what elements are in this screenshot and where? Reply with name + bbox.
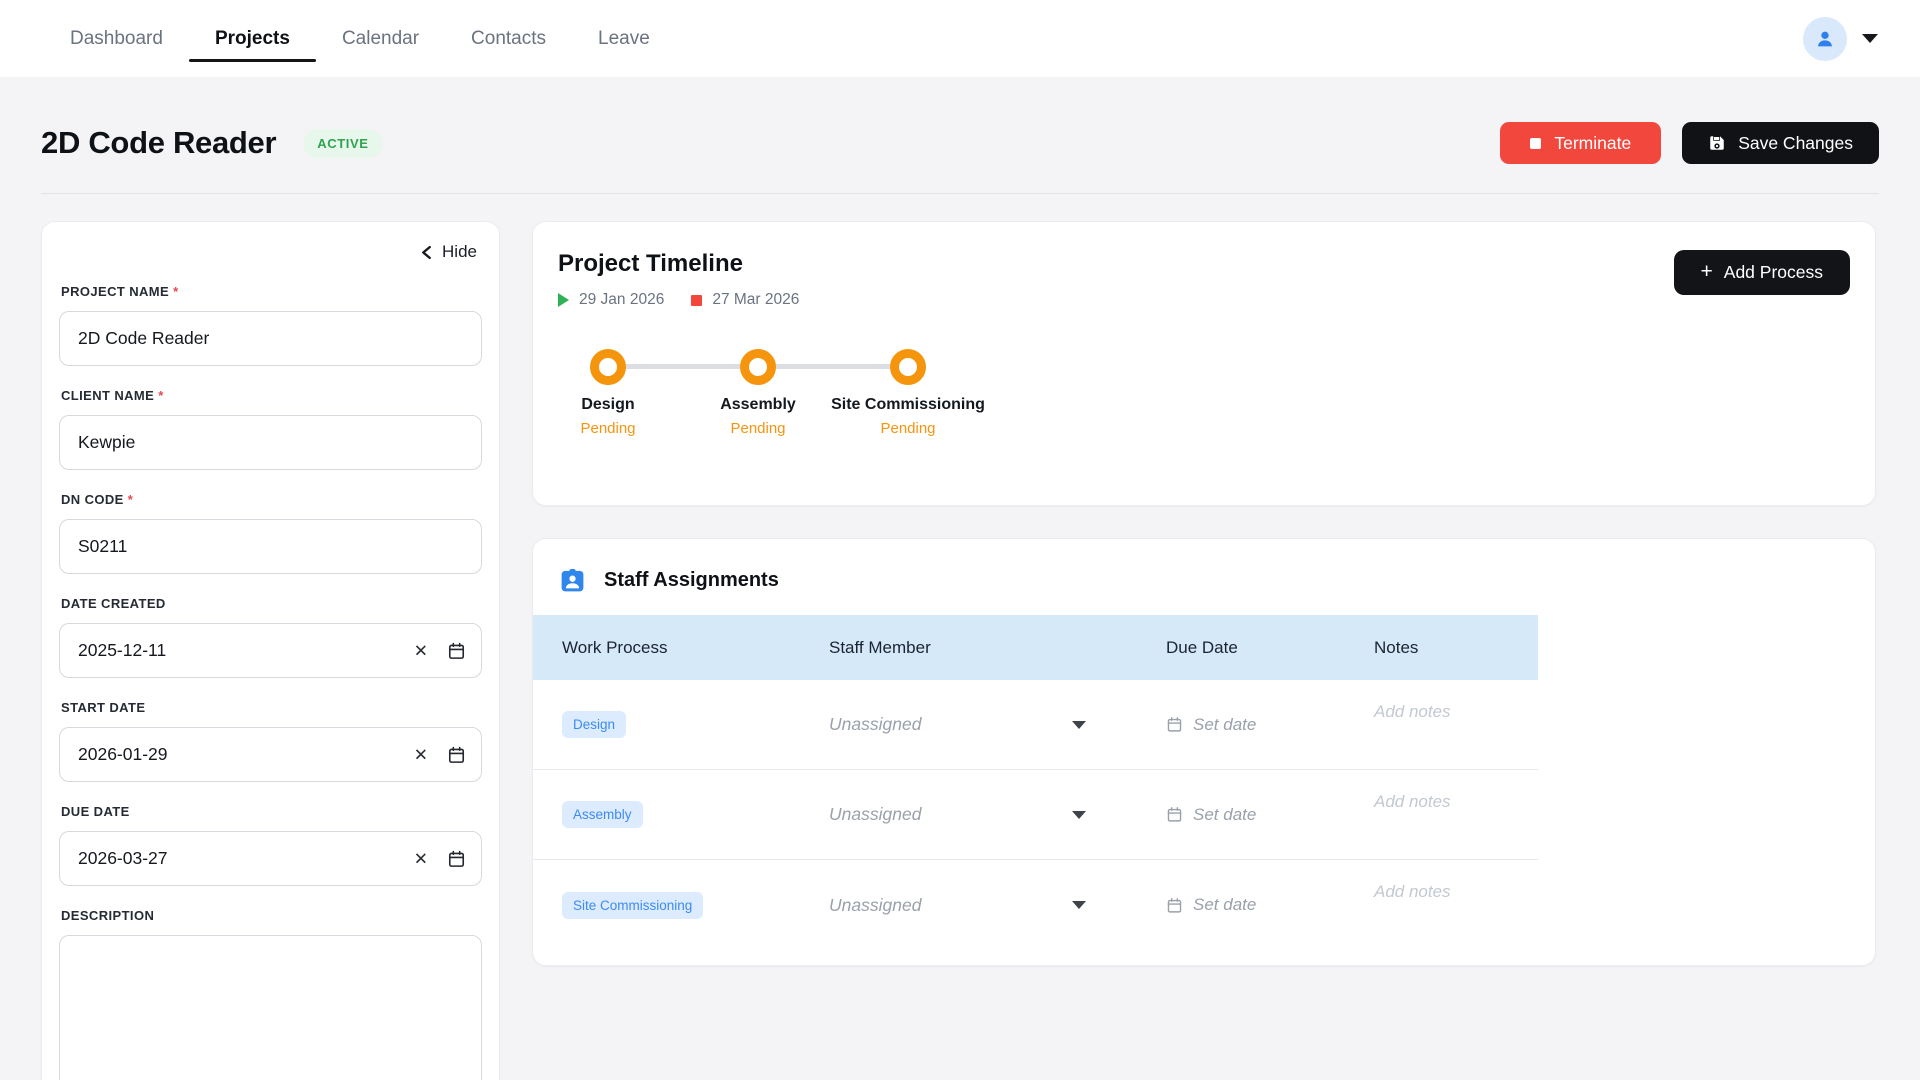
chevron-left-icon — [420, 245, 433, 260]
set-date-label: Set date — [1193, 895, 1256, 915]
process-chip[interactable]: Assembly — [562, 801, 643, 828]
project-timeline-card: Project Timeline 29 Jan 2026 27 Mar 2026 — [532, 221, 1876, 506]
hide-panel-button[interactable]: Hide — [59, 242, 482, 262]
staff-table: Work Process Staff Member Due Date Notes… — [533, 615, 1538, 950]
timeline-stepper: Design Pending Assembly Pending Site Com… — [558, 349, 1850, 474]
plus-icon: + — [1701, 261, 1713, 282]
step-name: Assembly — [720, 396, 796, 414]
project-form-panel: Hide PROJECT NAME* CLIENT NAME* DN CODE* — [41, 221, 500, 1080]
clear-date-icon[interactable]: ✕ — [414, 642, 428, 659]
calendar-icon — [1166, 806, 1183, 823]
chevron-down-icon[interactable] — [1862, 34, 1878, 43]
user-avatar[interactable] — [1803, 17, 1847, 61]
dropdown-caret-icon — [1072, 901, 1086, 909]
calendar-icon[interactable] — [447, 849, 466, 868]
table-row-assembly: Assembly Unassigned Set date — [533, 770, 1538, 860]
due-date-label: DUE DATE — [61, 804, 482, 819]
process-chip[interactable]: Site Commissioning — [562, 892, 703, 919]
project-name-input[interactable] — [59, 311, 482, 366]
staff-member-value: Unassigned — [829, 895, 921, 916]
client-name-label: CLIENT NAME* — [61, 388, 482, 403]
dn-code-input[interactable] — [59, 519, 482, 574]
nav-tab-leave[interactable]: Leave — [572, 0, 676, 77]
description-textarea[interactable] — [59, 935, 482, 1080]
dropdown-caret-icon — [1072, 721, 1086, 729]
description-label: DESCRIPTION — [61, 908, 482, 923]
nav-tabs: Dashboard Projects Calendar Contacts Lea… — [44, 0, 676, 77]
date-created-label: DATE CREATED — [61, 596, 482, 611]
staff-member-select[interactable]: Unassigned — [802, 804, 1142, 825]
clear-date-icon[interactable]: ✕ — [414, 746, 428, 763]
staff-table-header: Work Process Staff Member Due Date Notes — [533, 615, 1538, 680]
stop-icon — [1530, 138, 1541, 149]
timeline-start-date: 29 Jan 2026 — [558, 291, 664, 309]
dropdown-caret-icon — [1072, 811, 1086, 819]
client-name-input[interactable] — [59, 415, 482, 470]
step-circle[interactable] — [590, 349, 626, 385]
terminate-button[interactable]: Terminate — [1500, 122, 1661, 164]
calendar-icon[interactable] — [447, 641, 466, 660]
staff-member-value: Unassigned — [829, 804, 921, 825]
save-changes-button[interactable]: Save Changes — [1682, 122, 1879, 164]
notes-input[interactable]: Add notes — [1332, 680, 1538, 722]
step-circle[interactable] — [740, 349, 776, 385]
required-marker: * — [173, 284, 178, 299]
step-status: Pending — [880, 420, 935, 437]
col-due-date: Due Date — [1142, 638, 1332, 658]
play-icon — [558, 293, 569, 307]
end-square-icon — [691, 295, 702, 306]
staff-assignments-card: Staff Assignments Work Process Staff Mem… — [532, 538, 1876, 966]
clear-date-icon[interactable]: ✕ — [414, 850, 428, 867]
nav-tab-dashboard[interactable]: Dashboard — [44, 0, 189, 77]
add-process-button[interactable]: + Add Process — [1674, 250, 1850, 295]
step-status: Pending — [580, 420, 635, 437]
nav-tab-contacts[interactable]: Contacts — [445, 0, 572, 77]
step-name: Design — [581, 396, 634, 414]
staff-member-value: Unassigned — [829, 714, 921, 735]
project-name-label: PROJECT NAME* — [61, 284, 482, 299]
col-staff-member: Staff Member — [802, 638, 1142, 658]
calendar-icon — [1166, 716, 1183, 733]
col-work-process: Work Process — [533, 638, 802, 658]
terminate-label: Terminate — [1554, 133, 1631, 154]
top-nav: Dashboard Projects Calendar Contacts Lea… — [0, 0, 1920, 77]
timeline-title: Project Timeline — [558, 250, 799, 278]
due-date-button[interactable]: Set date — [1142, 805, 1332, 825]
col-notes: Notes — [1332, 638, 1538, 658]
header-divider — [41, 193, 1879, 194]
dn-code-label: DN CODE* — [61, 492, 482, 507]
notes-input[interactable]: Add notes — [1332, 860, 1538, 902]
set-date-label: Set date — [1193, 805, 1256, 825]
step-circle[interactable] — [890, 349, 926, 385]
status-badge: ACTIVE — [303, 129, 382, 158]
timeline-end-date: 27 Mar 2026 — [691, 291, 799, 309]
save-label: Save Changes — [1738, 133, 1853, 154]
staff-assignments-title: Staff Assignments — [604, 569, 779, 592]
calendar-icon — [1166, 897, 1183, 914]
id-badge-icon — [558, 566, 587, 595]
notes-input[interactable]: Add notes — [1332, 770, 1538, 812]
person-icon — [1814, 28, 1836, 50]
staff-member-select[interactable]: Unassigned — [802, 895, 1142, 916]
hide-label: Hide — [442, 242, 477, 262]
nav-tab-calendar[interactable]: Calendar — [316, 0, 445, 77]
table-row-site-commissioning: Site Commissioning Unassigned Set d — [533, 860, 1538, 950]
staff-member-select[interactable]: Unassigned — [802, 714, 1142, 735]
table-row-design: Design Unassigned Set date — [533, 680, 1538, 770]
set-date-label: Set date — [1193, 715, 1256, 735]
save-icon — [1708, 134, 1726, 152]
step-status: Pending — [730, 420, 785, 437]
timeline-step-site-commissioning: Site Commissioning Pending — [798, 349, 1018, 437]
step-name: Site Commissioning — [831, 396, 985, 414]
process-chip[interactable]: Design — [562, 711, 626, 738]
required-marker: * — [128, 492, 133, 507]
required-marker: * — [158, 388, 163, 403]
page-header: 2D Code Reader ACTIVE Terminate Save Cha… — [41, 77, 1879, 164]
page-title: 2D Code Reader — [41, 125, 276, 161]
start-date-label: START DATE — [61, 700, 482, 715]
calendar-icon[interactable] — [447, 745, 466, 764]
due-date-button[interactable]: Set date — [1142, 895, 1332, 915]
nav-tab-projects[interactable]: Projects — [189, 0, 316, 77]
due-date-button[interactable]: Set date — [1142, 715, 1332, 735]
